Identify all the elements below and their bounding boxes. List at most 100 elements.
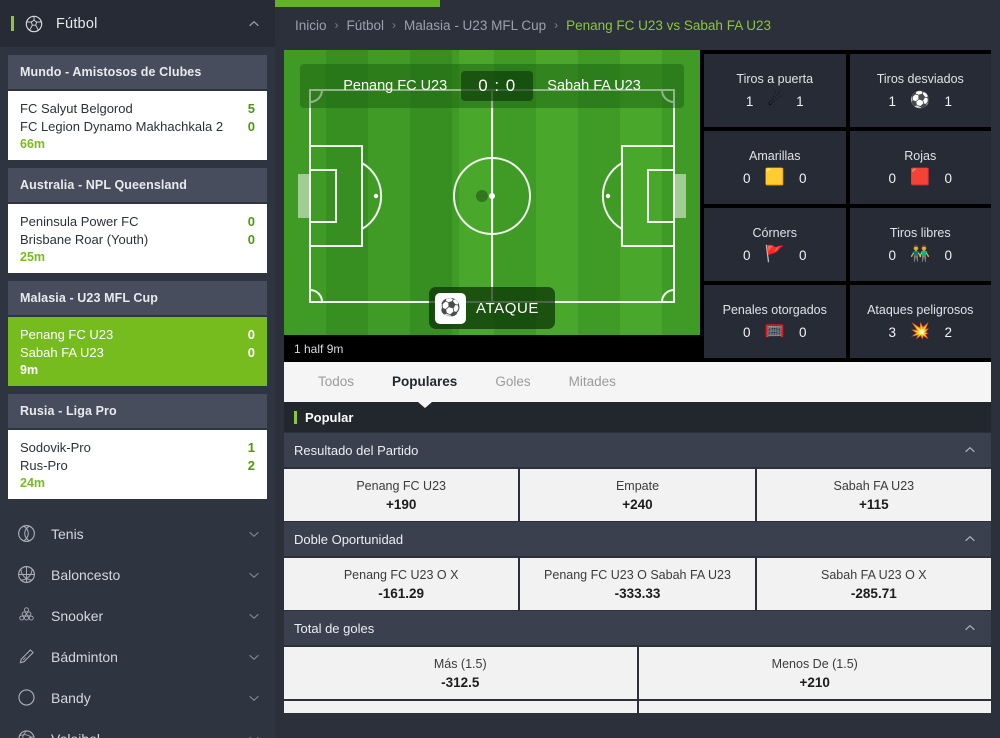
chevron-down-icon[interactable] [247, 568, 261, 582]
market-header-total-de-goles[interactable]: Total de goles [284, 611, 991, 645]
match-away-team: Brisbane Roar (Youth) [20, 232, 149, 247]
sidebar-item-label: Baloncesto [51, 566, 121, 583]
tab-todos[interactable]: Todos [299, 362, 373, 402]
match-away-score: 0 [247, 119, 255, 134]
breadcrumb-item-inicio[interactable]: Inicio [295, 18, 327, 33]
tab-mitades[interactable]: Mitades [550, 362, 635, 402]
league-header[interactable]: Australia - NPL Queensland [8, 168, 267, 202]
chevron-down-icon[interactable] [247, 609, 261, 623]
sidebar-item-voleibol[interactable]: Voleibol [0, 718, 275, 738]
stat-card-rojas: Rojas 0 🟥 0 [849, 131, 991, 204]
bandy-ball-icon [18, 689, 35, 706]
sidebar-sport-header-futbol[interactable]: Fútbol [0, 0, 275, 47]
match-period-clock: 1 half 9m [284, 335, 700, 362]
breadcrumb-separator: › [334, 18, 339, 32]
outcome-button[interactable]: Penang FC U23 O X -161.29 [284, 558, 519, 610]
stat-home-value: 0 [743, 324, 751, 340]
sidebar-item-badminton[interactable]: Bádminton [0, 636, 275, 677]
chevron-up-icon[interactable] [247, 17, 261, 31]
outcome-button[interactable] [638, 701, 991, 713]
chevron-down-icon[interactable] [247, 650, 261, 664]
market-outcomes-row-partial [284, 701, 991, 713]
tab-goles[interactable]: Goles [476, 362, 549, 402]
match-home-score: 0 [247, 214, 255, 229]
soccer-ball-icon [25, 15, 43, 32]
top-accent-bar [275, 0, 440, 7]
stat-label: Tiros libres [889, 226, 951, 240]
stat-card-tiros-desviados: Tiros desviados 1 ⚽ 1 [849, 54, 991, 127]
stat-away-value: 2 [944, 324, 952, 340]
league-header[interactable]: Rusia - Liga Pro [8, 394, 267, 428]
outcome-label: Penang FC U23 O X [343, 567, 459, 582]
volleyball-icon [18, 730, 35, 738]
sidebar-match-card-selected[interactable]: Penang FC U23 0 Sabah FA U23 0 9m [8, 317, 267, 386]
sidebar-match-card[interactable]: FC Salyut Belgorod 5 FC Legion Dynamo Ma… [8, 91, 267, 160]
penalty-goal-icon: 🥅 [764, 323, 785, 340]
match-home-score: 1 [247, 440, 255, 455]
outcome-button[interactable]: Penang FC U23 +190 [284, 469, 519, 521]
sports-list: Tenis Baloncesto Snooker Bádminton Bandy [0, 513, 275, 738]
match-home-team: Peninsula Power FC [20, 214, 139, 229]
chevron-down-icon[interactable] [247, 527, 261, 541]
pitch-panel: Penang FC U23 0 : 0 Sabah FA U23 ⚽ ATAQU… [284, 50, 700, 362]
outcome-button[interactable]: Penang FC U23 O Sabah FA U23 -333.33 [520, 558, 755, 610]
market-tabs: Todos Populares Goles Mitades [284, 362, 991, 402]
outcome-button[interactable]: Más (1.5) -312.5 [284, 647, 637, 699]
section-title: Popular [305, 409, 354, 425]
breadcrumb-item-league[interactable]: Malasia - U23 MFL Cup [404, 18, 546, 33]
market-title: Doble Oportunidad [294, 531, 404, 547]
chevron-up-icon[interactable] [963, 532, 977, 546]
outcome-button[interactable]: Sabah FA U23 +115 [756, 469, 991, 521]
outcome-button[interactable]: Empate +240 [520, 469, 755, 521]
chevron-down-icon[interactable] [247, 732, 261, 738]
market-header-doble-oportunidad[interactable]: Doble Oportunidad [284, 522, 991, 556]
sport-header-label: Fútbol [56, 15, 98, 32]
chevron-up-icon[interactable] [963, 621, 977, 635]
sidebar-item-baloncesto[interactable]: Baloncesto [0, 554, 275, 595]
main-content: Inicio › Fútbol › Malasia - U23 MFL Cup … [275, 0, 1000, 738]
match-away-score: 0 [247, 232, 255, 247]
outcome-button[interactable] [284, 701, 637, 713]
outcome-button[interactable]: Menos De (1.5) +210 [638, 647, 991, 699]
sidebar-match-card[interactable]: Peninsula Power FC 0 Brisbane Roar (Yout… [8, 204, 267, 273]
chevron-up-icon[interactable] [963, 443, 977, 457]
yellow-card-icon: 🟨 [764, 169, 785, 186]
section-header-popular: Popular [284, 402, 991, 432]
section-accent [294, 410, 297, 424]
stat-home-value: 0 [888, 170, 897, 186]
breadcrumb-item-futbol[interactable]: Fútbol [347, 18, 385, 33]
stat-home-value: 0 [888, 247, 897, 263]
stat-away-value: 0 [798, 324, 807, 340]
sidebar-match-card[interactable]: Sodovik-Pro 1 Rus-Pro 2 24m [8, 430, 267, 499]
stat-home-value: 3 [888, 324, 897, 340]
scoreboard: Penang FC U23 0 : 0 Sabah FA U23 [300, 64, 684, 108]
red-card-icon: 🟥 [910, 169, 931, 186]
sidebar-item-snooker[interactable]: Snooker [0, 595, 275, 636]
stat-away-value: 1 [796, 93, 804, 109]
breadcrumb-current-match: Penang FC U23 vs Sabah FA U23 [566, 17, 771, 33]
stats-grid: Tiros a puerta 1 ☄ 1 Tiros desviados 1 ⚽… [700, 50, 991, 362]
stat-away-value: 0 [798, 247, 807, 263]
tennis-ball-icon [18, 525, 35, 542]
league-header[interactable]: Malasia - U23 MFL Cup [8, 281, 267, 315]
match-clock: 24m [20, 476, 46, 490]
scoreboard-away-team: Sabah FA U23 [547, 78, 641, 94]
stat-label: Penales otorgados [722, 303, 827, 317]
free-kick-wall-icon: 👬 [910, 246, 931, 263]
sidebar-item-tenis[interactable]: Tenis [0, 513, 275, 554]
market-header-resultado-del-partido[interactable]: Resultado del Partido [284, 433, 991, 467]
top-accent-bar-rest [440, 0, 1000, 7]
market-title: Resultado del Partido [294, 442, 419, 458]
stat-label: Amarillas [749, 149, 801, 163]
sidebar-item-bandy[interactable]: Bandy [0, 677, 275, 718]
match-away-score: 0 [247, 345, 255, 360]
chevron-down-icon[interactable] [247, 691, 261, 705]
tab-populares[interactable]: Populares [373, 374, 476, 389]
sidebar-item-label: Bandy [51, 689, 91, 706]
league-header[interactable]: Mundo - Amistosos de Clubes [8, 55, 267, 89]
outcome-button[interactable]: Sabah FA U23 O X -285.71 [756, 558, 991, 610]
outcome-odds: +115 [858, 496, 889, 512]
match-clock: 25m [20, 250, 46, 264]
match-clock: 66m [20, 137, 46, 151]
stat-card-tiros-a-puerta: Tiros a puerta 1 ☄ 1 [704, 54, 846, 127]
